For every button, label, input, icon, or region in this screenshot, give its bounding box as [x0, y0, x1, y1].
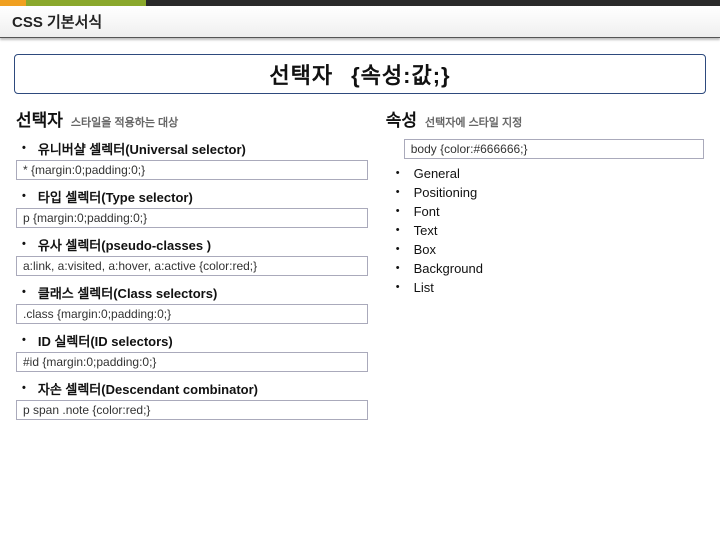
selector-title-text: 선택자 [16, 106, 63, 131]
slide-header: CSS 기본서식 [0, 6, 720, 38]
code-example: #id {margin:0;padding:0;} [16, 352, 368, 372]
bullet-icon: • [22, 239, 26, 250]
list-item-label: General [414, 166, 460, 181]
selector-item-label: 자손 셀렉터(Descendant combinator) [38, 379, 258, 398]
code-text: a:link, a:visited, a:hover, a:active {co… [23, 259, 257, 273]
selector-item: • 유니버샬 셀렉터(Universal selector) [22, 139, 368, 158]
bullet-icon: • [22, 287, 26, 298]
bullet-icon: • [22, 143, 26, 154]
slide: CSS 기본서식 선택자 {속성:값;} 선택자 스타일을 적용하는 대상 • … [0, 0, 720, 540]
banner-selector-label: 선택자 [269, 58, 333, 90]
banner-declaration-label: {속성:값;} [351, 58, 451, 90]
bullet-icon: • [396, 168, 400, 179]
selector-item: • 유사 셀렉터(pseudo-classes ) [22, 235, 368, 254]
list-item: • Text [396, 223, 704, 238]
accent-seg-dark [146, 0, 720, 6]
selector-item-label: ID 실렉터(ID selectors) [38, 331, 173, 350]
accent-bar [0, 0, 720, 6]
bullet-icon: • [396, 206, 400, 217]
code-text: body {color:#666666;} [411, 142, 528, 156]
selector-subtitle: 스타일을 적용하는 대상 [71, 114, 178, 130]
bullet-icon: • [396, 187, 400, 198]
syntax-banner: 선택자 {속성:값;} [14, 54, 706, 94]
code-text: * {margin:0;padding:0;} [23, 163, 145, 177]
bullet-icon: • [396, 263, 400, 274]
code-text: p {margin:0;padding:0;} [23, 211, 147, 225]
list-item-label: Font [414, 204, 440, 219]
column-selector: 선택자 스타일을 적용하는 대상 • 유니버샬 셀렉터(Universal se… [16, 106, 368, 427]
property-list: • General • Positioning • Font • Text • Box •… [396, 166, 704, 295]
list-item-label: Text [414, 223, 438, 238]
bullet-icon: • [22, 335, 26, 346]
accent-seg-orange [0, 0, 26, 6]
code-example: a:link, a:visited, a:hover, a:active {co… [16, 256, 368, 276]
selector-item: • 클래스 셀렉터(Class selectors) [22, 283, 368, 302]
selector-item: • 자손 셀렉터(Descendant combinator) [22, 379, 368, 398]
property-code-example: body {color:#666666;} [404, 139, 704, 159]
list-item: • Positioning [396, 185, 704, 200]
code-example: .class {margin:0;padding:0;} [16, 304, 368, 324]
column-property: 속성 선택자에 스타일 지정 body {color:#666666;} • Ge… [386, 106, 704, 427]
list-item-label: Positioning [414, 185, 478, 200]
list-item: • Font [396, 204, 704, 219]
columns: 선택자 스타일을 적용하는 대상 • 유니버샬 셀렉터(Universal se… [12, 106, 708, 427]
property-title-text: 속성 [386, 106, 417, 131]
selector-item-label: 유사 셀렉터(pseudo-classes ) [38, 235, 211, 254]
code-text: p span .note {color:red;} [23, 403, 150, 417]
selector-item-label: 타입 셀렉터(Type selector) [38, 187, 193, 206]
list-item-label: List [414, 280, 434, 295]
code-text: .class {margin:0;padding:0;} [23, 307, 171, 321]
list-item-label: Background [414, 261, 483, 276]
selector-item-label: 클래스 셀렉터(Class selectors) [38, 283, 217, 302]
bullet-icon: • [22, 191, 26, 202]
content-area: 선택자 {속성:값;} 선택자 스타일을 적용하는 대상 • 유니버샬 셀렉터(… [0, 38, 720, 427]
bullet-icon: • [22, 383, 26, 394]
bullet-icon: • [396, 225, 400, 236]
code-example: p {margin:0;padding:0;} [16, 208, 368, 228]
selector-item-label: 유니버샬 셀렉터(Universal selector) [38, 139, 246, 158]
list-item: • List [396, 280, 704, 295]
list-item-label: Box [414, 242, 436, 257]
selector-section-title: 선택자 스타일을 적용하는 대상 [16, 106, 368, 131]
property-subtitle: 선택자에 스타일 지정 [425, 114, 522, 130]
selector-item: • ID 실렉터(ID selectors) [22, 331, 368, 350]
slide-title: CSS 기본서식 [12, 11, 102, 32]
code-example: p span .note {color:red;} [16, 400, 368, 420]
code-example: * {margin:0;padding:0;} [16, 160, 368, 180]
bullet-icon: • [396, 282, 400, 293]
selector-item: • 타입 셀렉터(Type selector) [22, 187, 368, 206]
list-item: • General [396, 166, 704, 181]
property-section-title: 속성 선택자에 스타일 지정 [386, 106, 704, 131]
list-item: • Box [396, 242, 704, 257]
bullet-icon: • [396, 244, 400, 255]
list-item: • Background [396, 261, 704, 276]
code-text: #id {margin:0;padding:0;} [23, 355, 156, 369]
accent-seg-green [26, 0, 146, 6]
